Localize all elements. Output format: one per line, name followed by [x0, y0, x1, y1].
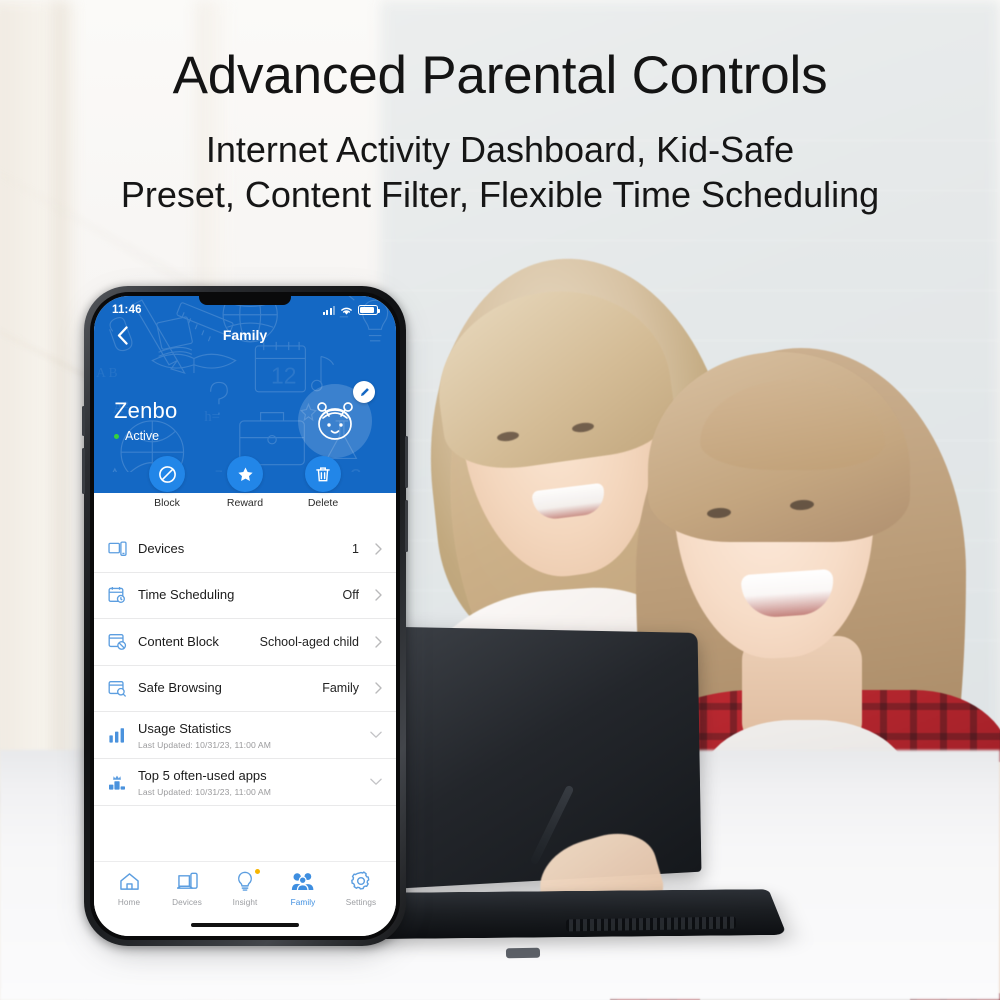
list-item-value: Family — [322, 681, 359, 696]
block-action-circle — [149, 456, 185, 492]
phone-volume-down-button[interactable] — [82, 448, 85, 494]
avatar-container[interactable] — [298, 381, 375, 458]
active-status-dot — [114, 433, 119, 439]
list-item-content-block[interactable]: Content Block School-aged child — [94, 619, 396, 666]
list-item-title: Devices — [138, 540, 185, 556]
list-item-value: Off — [342, 588, 359, 603]
home-icon — [103, 870, 155, 892]
list-item-subtitle: Last Updated: 10/31/23, 11:00 AM — [138, 740, 271, 750]
tab-settings-label: Settings — [345, 898, 377, 907]
phone-screen: 12 A² h= A B 11:46 Family Zenbo Active B… — [94, 296, 396, 936]
pencil-edit-icon — [360, 387, 369, 396]
profile-status: Active — [114, 429, 177, 443]
app-nav-bar: Family — [94, 318, 396, 352]
bulb-icon — [219, 869, 271, 892]
gear-icon — [335, 870, 387, 892]
child-avatar-icon — [317, 402, 353, 440]
trash-icon — [316, 466, 330, 481]
block-action-label: Block — [154, 497, 180, 509]
laptop-port — [505, 947, 541, 959]
home-indicator[interactable] — [191, 923, 299, 927]
reward-action-button[interactable]: Reward — [217, 456, 273, 509]
tab-family-label: Family — [290, 898, 316, 907]
list-item-title: Top 5 often-used apps — [138, 768, 267, 783]
list-item-devices[interactable]: Devices 1 — [94, 526, 396, 573]
phone-power-button[interactable] — [405, 436, 408, 488]
browser-search-icon — [107, 678, 127, 698]
chevron-down-icon[interactable] — [370, 731, 382, 739]
promo-subtitle-line-2: Preset, Content Filter, Flexible Time Sc… — [120, 174, 880, 216]
tab-insight[interactable]: Insight — [219, 869, 271, 910]
chevron-down-icon[interactable] — [370, 778, 382, 786]
tab-devices-label: Devices — [172, 898, 202, 907]
delete-action-circle — [305, 456, 341, 492]
list-item-value: 1 — [352, 541, 359, 556]
promo-subtitle: Internet Activity Dashboard, Kid-Safe Pr… — [0, 127, 1000, 217]
list-item-safe-browsing[interactable]: Safe Browsing Family — [94, 665, 396, 712]
list-item-top-apps[interactable]: Top 5 often-used apps Last Updated: 10/3… — [94, 759, 396, 806]
browser-block-icon — [107, 632, 127, 652]
phone-volume-up-button[interactable] — [82, 406, 85, 436]
tab-home-label: Home — [117, 898, 141, 907]
promo-subtitle-line-1: Internet Activity Dashboard, Kid-Safe — [205, 129, 795, 171]
promo-title: Advanced Parental Controls — [172, 46, 828, 105]
cellular-signal-icon — [322, 305, 335, 315]
laptop-base — [369, 889, 787, 940]
reward-action-circle — [227, 456, 263, 492]
block-icon — [158, 465, 176, 483]
delete-action-label: Delete — [307, 497, 339, 509]
list-item-title: Time Scheduling — [138, 587, 235, 603]
phone-side-button[interactable] — [405, 500, 408, 552]
list-item-title: Usage Statistics — [138, 721, 232, 736]
tab-settings[interactable]: Settings — [335, 870, 387, 910]
tab-devices[interactable]: Devices — [161, 870, 213, 910]
profile-status-label: Active — [125, 429, 160, 444]
wifi-icon — [341, 307, 352, 315]
edit-avatar-button[interactable] — [353, 381, 375, 403]
podium-ranking-icon — [107, 772, 127, 792]
star-icon — [237, 466, 253, 481]
reward-action-label: Reward — [226, 497, 264, 509]
delete-action-button[interactable]: Delete — [295, 456, 351, 509]
quick-actions-zone: Block Reward Delete — [94, 456, 396, 526]
list-item-title: Safe Browsing — [138, 680, 222, 696]
profile-name: Zenbo — [114, 397, 178, 423]
devices-icon — [161, 870, 213, 892]
status-bar-time: 11:46 — [112, 304, 142, 316]
quick-actions: Block Reward Delete — [94, 456, 396, 509]
list-item-title: Content Block — [138, 633, 219, 649]
chevron-right-icon — [370, 543, 382, 555]
insight-notification-badge — [255, 869, 260, 874]
tab-insight-label: Insight — [232, 898, 258, 907]
status-bar-indicators — [322, 305, 380, 316]
phone-bezel: 12 A² h= A B 11:46 Family Zenbo Active B… — [90, 292, 400, 940]
tab-home[interactable]: Home — [103, 870, 155, 910]
page-title: Family — [222, 327, 268, 343]
app-header: 12 A² h= A B 11:46 Family Zenbo Active — [94, 296, 396, 472]
chevron-right-icon — [370, 682, 382, 694]
home-indicator-area — [94, 914, 396, 936]
chevron-right-icon — [370, 636, 382, 648]
chevron-right-icon — [370, 589, 382, 601]
bar-chart-icon — [107, 725, 127, 745]
devices-icon — [107, 539, 127, 559]
list-item-value: School-aged child — [259, 634, 359, 649]
settings-list: Devices 1 Time Scheduling Off Content Bl… — [94, 526, 396, 861]
profile-section: Zenbo Active — [94, 352, 396, 472]
promo-headline-block: Advanced Parental Controls Internet Acti… — [0, 46, 1000, 217]
phone-body: 12 A² h= A B 11:46 Family Zenbo Active B… — [82, 286, 408, 946]
tab-family[interactable]: Family — [277, 870, 329, 910]
list-item-subtitle: Last Updated: 10/31/23, 11:00 AM — [138, 787, 271, 797]
list-item-time-scheduling[interactable]: Time Scheduling Off — [94, 572, 396, 619]
phone-notch — [199, 296, 291, 305]
profile-info: Zenbo Active — [114, 397, 178, 443]
bottom-tab-bar: Home Devices Insight Family Settings — [94, 861, 396, 914]
list-item-usage-statistics[interactable]: Usage Statistics Last Updated: 10/31/23,… — [94, 712, 396, 759]
block-action-button[interactable]: Block — [139, 456, 195, 509]
phone-mockup: 12 A² h= A B 11:46 Family Zenbo Active B… — [82, 286, 408, 950]
calendar-clock-icon — [107, 585, 127, 605]
battery-icon — [358, 305, 380, 315]
family-icon — [277, 870, 329, 892]
